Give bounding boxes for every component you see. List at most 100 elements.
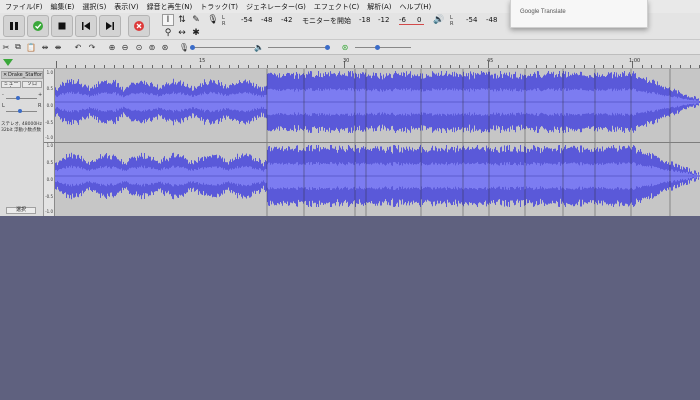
play-speed-slider[interactable] [355, 47, 411, 48]
ruler-tick [229, 65, 230, 68]
ruler-tick [94, 65, 95, 68]
menu-effect[interactable]: エフェクト(C) [310, 2, 363, 12]
menu-help[interactable]: ヘルプ(H) [396, 2, 436, 12]
scale-label: -1.0 [45, 135, 53, 140]
menu-file[interactable]: ファイル(F) [1, 2, 47, 12]
ruler-tick [670, 65, 671, 68]
ruler-tick [507, 65, 508, 68]
play-speed-thumb[interactable] [375, 45, 380, 50]
ruler-tick [651, 65, 652, 68]
paste-icon[interactable]: 📋 [26, 42, 36, 52]
envelope-tool[interactable]: ⇅ [176, 14, 188, 26]
ruler-tick [546, 65, 547, 68]
solo-button[interactable]: ソロ [22, 81, 42, 88]
menu-select[interactable]: 選択(S) [78, 2, 110, 12]
record-meter-tick: -42 [281, 16, 293, 24]
track-control-panel: ✕ Drake_Staffor ミュート ソロ - + L R ステレオ, 48… [0, 69, 44, 216]
ruler-tick [75, 65, 76, 68]
zoom-toggle-icon[interactable]: ⊛ [160, 42, 170, 52]
draw-tool[interactable]: ✎ [190, 14, 202, 26]
record-meter-button[interactable]: 🎙 [207, 14, 219, 26]
ruler-label: 1:00 [629, 58, 641, 64]
ruler-tick [248, 65, 249, 68]
redo-icon[interactable]: ↷ [87, 42, 97, 52]
track-area: ✕ Drake_Staffor ミュート ソロ - + L R ステレオ, 48… [0, 69, 700, 216]
play-button[interactable] [27, 15, 49, 37]
zoom-tool[interactable]: ⚲ [162, 27, 174, 39]
menu-view[interactable]: 表示(V) [110, 2, 142, 12]
timeshift-tool[interactable]: ↔ [176, 27, 188, 39]
ruler-tick [219, 65, 220, 68]
gain-slider[interactable] [6, 98, 37, 99]
fit-selection-icon[interactable]: ⊙ [134, 42, 144, 52]
playback-volume-slider[interactable] [268, 47, 328, 48]
ruler-tick [517, 65, 518, 68]
playback-meter-button[interactable]: 🔊 [433, 14, 445, 26]
timeline-ruler[interactable]: 15 30 45 1:00 [0, 55, 700, 69]
multi-tool[interactable]: ✱ [190, 27, 202, 39]
menu-analyze[interactable]: 解析(A) [363, 2, 395, 12]
fit-project-icon[interactable]: ⊚ [147, 42, 157, 52]
ruler-tick [325, 65, 326, 68]
menu-transport[interactable]: 録音と再生(N) [143, 2, 197, 12]
copy-icon[interactable]: ⧉ [13, 42, 23, 52]
gain-thumb[interactable] [16, 96, 20, 100]
trim-icon[interactable]: ⇹ [40, 42, 50, 52]
ruler-tick [392, 65, 393, 68]
silence-icon[interactable]: ⇼ [53, 42, 63, 52]
translate-popup: Google Translate [510, 0, 648, 28]
close-track-icon[interactable]: ✕ [3, 72, 7, 78]
scale-label: 0.5 [46, 86, 53, 91]
ruler-tick [181, 65, 182, 68]
cut-icon[interactable]: ✂ [1, 42, 11, 52]
scale-label: 0.5 [46, 160, 53, 165]
record-volume-thumb[interactable] [190, 45, 195, 50]
playback-volume-thumb[interactable] [325, 45, 330, 50]
pan-thumb[interactable] [18, 109, 22, 113]
start-monitoring-button[interactable]: モニターを開始 [302, 16, 351, 26]
ruler-tick [574, 65, 575, 68]
ruler-tick [200, 65, 201, 68]
ruler-tick [114, 65, 115, 68]
play-at-speed-icon[interactable]: ⊛ [340, 42, 350, 52]
skip-to-end-icon [106, 22, 114, 30]
selection-tool[interactable]: I [162, 14, 174, 26]
ruler-tick [450, 65, 451, 68]
ruler-tick [469, 65, 470, 68]
stop-button[interactable] [51, 15, 73, 37]
ruler-tick [594, 65, 595, 68]
pause-button[interactable] [3, 15, 25, 37]
pan-right-label: R [38, 103, 42, 109]
zoom-out-icon[interactable]: ⊖ [120, 42, 130, 52]
record-button[interactable] [128, 15, 150, 37]
scale-label: -1.0 [45, 209, 53, 214]
pause-icon [10, 22, 18, 30]
ruler-tick [555, 65, 556, 68]
pan-left-label: L [2, 103, 5, 109]
skip-to-start-button[interactable] [75, 15, 97, 37]
ruler-label: 30 [343, 58, 350, 64]
select-track-button[interactable]: 選択 [6, 207, 36, 214]
playback-meter-tick: -54 [466, 16, 478, 24]
skip-to-end-button[interactable] [99, 15, 121, 37]
ruler-tick [66, 65, 67, 68]
zoom-in-icon[interactable]: ⊕ [107, 42, 117, 52]
menu-tracks[interactable]: トラック(T) [196, 2, 242, 12]
ruler-tick [267, 65, 268, 68]
timeline-options-icon[interactable] [2, 57, 14, 67]
ruler-tick [258, 65, 259, 68]
undo-icon[interactable]: ↶ [73, 42, 83, 52]
track-name-button[interactable]: ✕ Drake_Staffor [1, 71, 43, 79]
menu-edit[interactable]: 編集(E) [47, 2, 79, 12]
playback-volume-icon: 🔈 [254, 42, 264, 52]
ruler-tick [498, 65, 499, 68]
scale-label: -0.5 [45, 120, 53, 125]
record-meter-tick: -6 [399, 16, 406, 24]
record-meter-tick: -12 [378, 16, 390, 24]
gain-plus-label: + [38, 92, 43, 98]
record-volume-slider[interactable] [193, 47, 255, 48]
ruler-tick [603, 65, 604, 68]
menu-generate[interactable]: ジェネレーター(G) [242, 2, 310, 12]
scale-label: 1.0 [46, 143, 53, 148]
mute-button[interactable]: ミュート [1, 81, 21, 88]
